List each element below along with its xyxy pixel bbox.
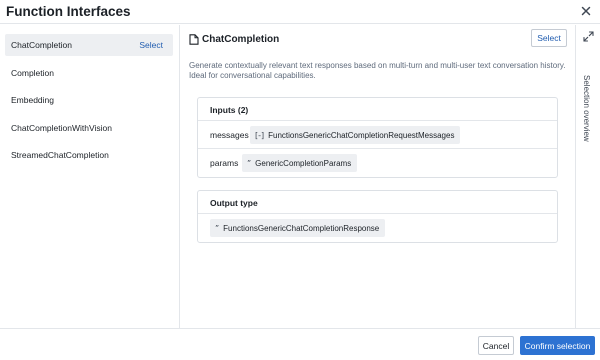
type-tag[interactable]: ” FunctionsGenericChatCompletionResponse: [210, 219, 386, 237]
cancel-button[interactable]: Cancel: [478, 336, 514, 355]
type-tag-label: GenericCompletionParams: [255, 158, 352, 168]
dialog-title: Function Interfaces: [6, 4, 131, 19]
sidebar-item-chatcompletionwithvision[interactable]: ChatCompletionWithVision: [5, 117, 173, 139]
type-tag[interactable]: ” GenericCompletionParams: [242, 154, 358, 172]
dialog-footer: Cancel Confirm selection: [0, 328, 600, 360]
sidebar-item-embedding[interactable]: Embedding: [5, 89, 173, 111]
select-button[interactable]: Select: [531, 29, 567, 47]
selection-overview-label[interactable]: Selection overview: [582, 75, 591, 142]
struct-type-icon: ”: [247, 158, 252, 168]
struct-type-icon: ”: [215, 223, 220, 233]
input-row-messages: messages [-] FunctionsGenericChatComplet…: [198, 121, 557, 149]
sidebar-item-label: ChatCompletionWithVision: [11, 123, 112, 133]
function-title: ChatCompletion: [202, 34, 280, 45]
selection-overview-rail: Selection overview: [575, 25, 600, 328]
input-row-params: params ” GenericCompletionParams: [198, 149, 557, 177]
output-header: Output type: [198, 191, 557, 214]
inputs-card: Inputs (2) messages [-] FunctionsGeneric…: [197, 97, 558, 178]
array-type-icon: [-]: [255, 130, 265, 140]
sidebar-item-label: Embedding: [11, 95, 55, 105]
output-title: Output type: [210, 198, 258, 208]
function-list: ChatCompletion Select Completion Embeddi…: [0, 25, 180, 328]
output-row: ” FunctionsGenericChatCompletionResponse: [198, 214, 557, 242]
expand-icon[interactable]: [583, 31, 594, 42]
type-tag[interactable]: [-] FunctionsGenericChatCompletionReques…: [250, 126, 461, 144]
dialog-header: Function Interfaces: [0, 0, 600, 24]
function-description: Generate contextually relevant text resp…: [189, 61, 566, 80]
inputs-header: Inputs (2): [198, 98, 557, 121]
type-tag-label: FunctionsGenericChatCompletionResponse: [223, 223, 380, 233]
sidebar-item-label: ChatCompletion: [11, 40, 72, 50]
sidebar-item-completion[interactable]: Completion: [5, 62, 173, 84]
sidebar-item-streamedchatcompletion[interactable]: StreamedChatCompletion: [5, 144, 173, 166]
input-name: params: [210, 158, 239, 168]
inputs-title: Inputs (2): [210, 105, 249, 115]
function-detail: ChatCompletion Select Generate contextua…: [181, 25, 575, 328]
sidebar-item-label: Completion: [11, 68, 54, 78]
close-icon[interactable]: [580, 5, 592, 17]
sidebar-select-link[interactable]: Select: [139, 40, 163, 50]
sidebar-item-label: StreamedChatCompletion: [11, 150, 109, 160]
input-name: messages: [210, 130, 249, 140]
document-icon: [189, 34, 199, 45]
type-tag-label: FunctionsGenericChatCompletionRequestMes…: [268, 130, 455, 140]
output-card: Output type ” FunctionsGenericChatComple…: [197, 190, 558, 243]
confirm-selection-button[interactable]: Confirm selection: [520, 336, 595, 355]
sidebar-item-chatcompletion[interactable]: ChatCompletion Select: [5, 34, 173, 56]
